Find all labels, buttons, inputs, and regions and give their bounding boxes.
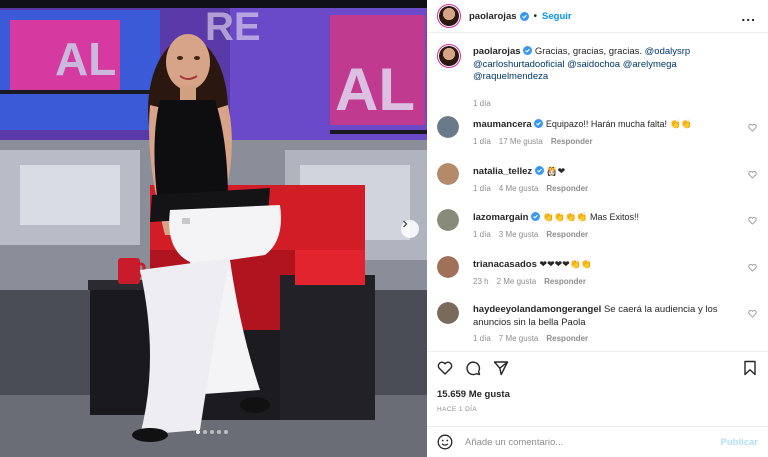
post-actions (437, 360, 758, 378)
comment-time: 1 día (473, 334, 491, 343)
caption-body: Gracias, gracias, gracias. (534, 46, 642, 57)
caption-text: paolarojas Gracias, gracias, gracias. @o… (473, 46, 753, 84)
commenter-username[interactable]: lazomargain (473, 212, 528, 223)
reply-button[interactable]: Responder (546, 334, 588, 343)
comment-icon[interactable] (465, 360, 481, 376)
send-icon[interactable] (493, 360, 509, 376)
heart-icon[interactable] (437, 360, 453, 376)
comment-like-icon[interactable] (748, 123, 757, 132)
reply-button[interactable]: Responder (551, 137, 593, 146)
comment-like-icon[interactable] (748, 263, 757, 272)
comment-composer: Publicar (427, 426, 768, 457)
commenter-avatar[interactable] (437, 116, 459, 138)
carousel-dot (196, 430, 200, 434)
comment-body: 👸🏻❤ (546, 166, 566, 176)
author-avatar[interactable] (437, 4, 461, 28)
comment-meta: 23 h 2 Me gusta Responder (473, 277, 586, 286)
comment-meta: 1 día 17 Me gusta Responder (473, 137, 593, 146)
svg-text:AL: AL (335, 56, 415, 123)
commenter-username[interactable]: haydeeyolandamongerangel (473, 304, 601, 315)
comment-body: Equipazo!! Harán mucha falta! 👏👏 (545, 119, 692, 129)
verified-badge-icon (523, 46, 533, 55)
commenter-username[interactable]: trianacasados (473, 259, 537, 270)
bookmark-icon[interactable] (742, 360, 758, 376)
caption-username[interactable]: paolarojas (473, 46, 521, 57)
comment-like-icon[interactable] (748, 170, 757, 179)
reply-button[interactable]: Responder (546, 184, 588, 193)
carousel-dot (224, 430, 228, 434)
more-options-icon[interactable]: ... (741, 8, 756, 24)
post-details-panel: paolarojas • Seguir ... paolarojas Graci… (427, 0, 768, 457)
verified-badge-icon (534, 166, 544, 175)
caption-time: 1 día (473, 99, 491, 108)
comment-meta: 1 día 4 Me gusta Responder (473, 184, 588, 193)
comment-text: haydeeyolandamongerangel Se caerá la aud… (473, 304, 733, 329)
chevron-right-icon (403, 220, 408, 228)
comment-body: 👏👏👏👏 Mas Exitos!! (542, 212, 640, 222)
author-name-row: paolarojas • Seguir (469, 11, 572, 22)
comment-text: maumancera Equipazo!! Harán mucha falta!… (473, 118, 733, 132)
comment-likes[interactable]: 17 Me gusta (499, 137, 543, 146)
svg-text:RE: RE (205, 5, 261, 49)
verified-badge-icon (519, 12, 529, 21)
comment-likes[interactable]: 3 Me gusta (499, 230, 539, 239)
comment-text: trianacasados ❤❤❤❤👏👏 (473, 258, 733, 272)
comments-list[interactable]: paolarojas Gracias, gracias, gracias. @o… (427, 34, 768, 352)
comment-meta: 1 día 7 Me gusta Responder (473, 334, 588, 343)
smiley-icon[interactable] (437, 434, 453, 450)
comment-time: 1 día (473, 137, 491, 146)
comment-body: ❤❤❤❤👏👏 (539, 259, 593, 269)
commenter-avatar[interactable] (437, 163, 459, 185)
comment-time: 23 h (473, 277, 489, 286)
carousel-indicator (196, 430, 228, 434)
comment-meta: 1 día 3 Me gusta Responder (473, 230, 588, 239)
verified-badge-icon (531, 212, 541, 221)
comment-like-icon[interactable] (748, 216, 757, 225)
comment-text: natalia_tellez 👸🏻❤ (473, 165, 733, 179)
post-timestamp: HACE 1 DÍA (437, 406, 478, 413)
reply-button[interactable]: Responder (544, 277, 586, 286)
carousel-dot (217, 430, 221, 434)
commenter-username[interactable]: natalia_tellez (473, 166, 532, 177)
author-avatar[interactable] (437, 44, 461, 68)
commenter-avatar[interactable] (437, 209, 459, 231)
comment-time: 1 día (473, 184, 491, 193)
post-image[interactable]: AL RE AL (0, 0, 427, 457)
carousel-dot (210, 430, 214, 434)
comment-likes[interactable]: 4 Me gusta (499, 184, 539, 193)
commenter-avatar[interactable] (437, 256, 459, 278)
post-header: paolarojas • Seguir ... (427, 0, 768, 33)
carousel-next-button[interactable] (401, 220, 419, 238)
comment-time: 1 día (473, 230, 491, 239)
studio-photo: AL RE AL (0, 0, 427, 457)
author-username[interactable]: paolarojas (469, 11, 517, 22)
publish-button[interactable]: Publicar (721, 437, 759, 448)
comment-likes[interactable]: 7 Me gusta (499, 334, 539, 343)
commenter-avatar[interactable] (437, 302, 459, 324)
follow-button[interactable]: Seguir (542, 11, 572, 22)
separator-dot: • (533, 11, 538, 22)
svg-text:AL: AL (55, 33, 116, 85)
commenter-username[interactable]: maumancera (473, 119, 532, 130)
comment-likes[interactable]: 2 Me gusta (497, 277, 537, 286)
carousel-dot (203, 430, 207, 434)
comment-input[interactable] (465, 434, 705, 450)
comment-like-icon[interactable] (748, 309, 757, 318)
reply-button[interactable]: Responder (546, 230, 588, 239)
verified-badge-icon (534, 119, 544, 128)
comment-text: lazomargain 👏👏👏👏 Mas Exitos!! (473, 211, 733, 225)
likes-count[interactable]: 15.659 Me gusta (437, 389, 510, 400)
